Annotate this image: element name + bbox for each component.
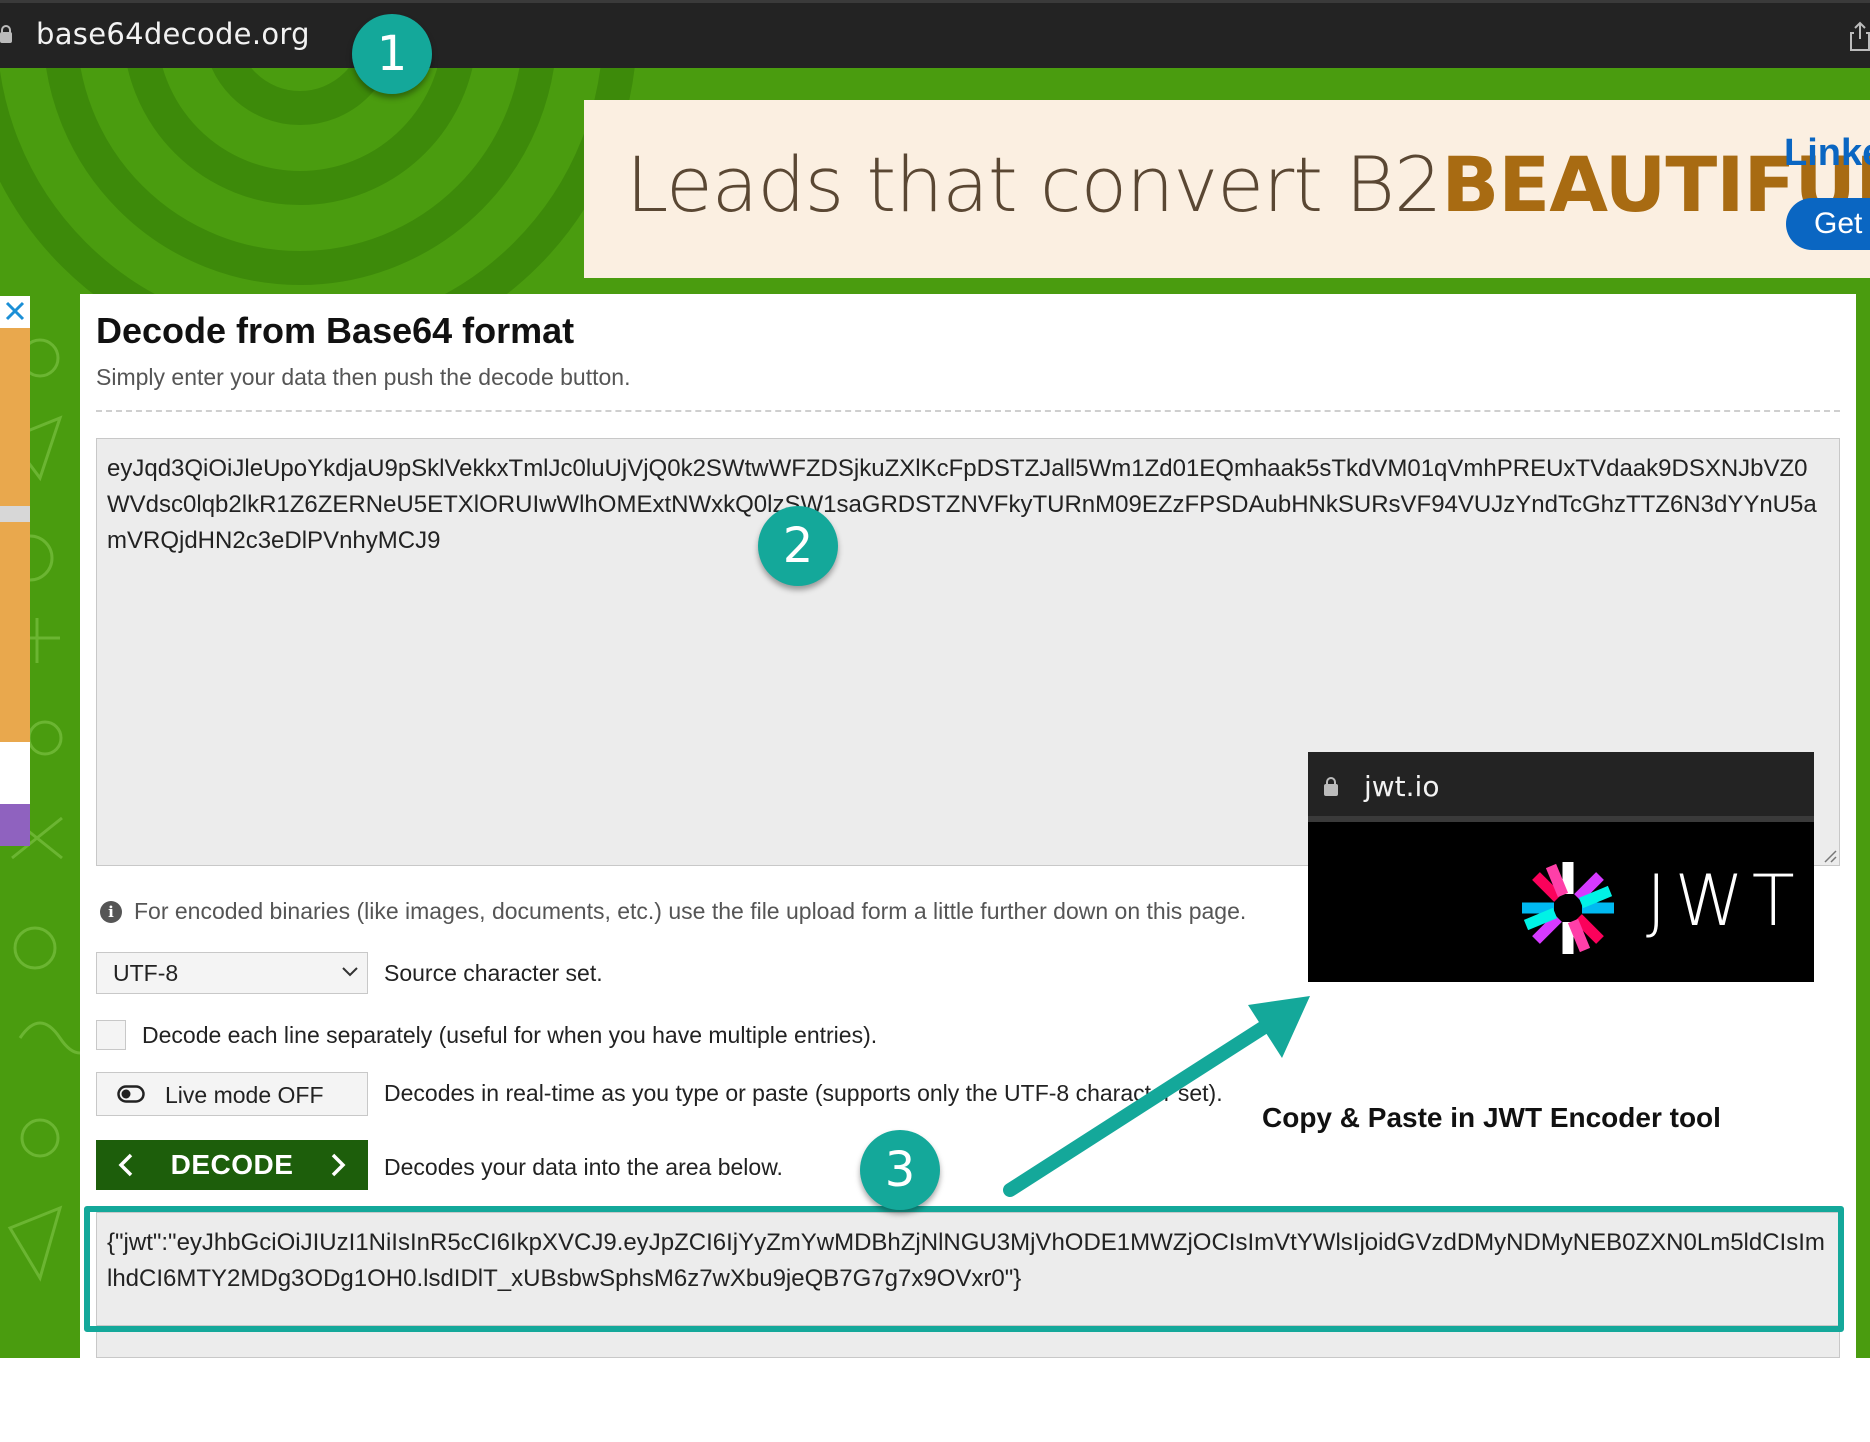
- jwt-logo-icon: [1522, 862, 1614, 954]
- jwt-url: jwt.io: [1364, 770, 1440, 803]
- ad-brand: Linke: [1784, 132, 1870, 174]
- step-2-badge: 2: [758, 506, 838, 586]
- lock-icon: [1324, 777, 1338, 796]
- jwt-banner: JWT: [1308, 822, 1814, 982]
- page-title: Decode from Base64 format: [96, 310, 575, 351]
- annotation-caption: Copy & Paste in JWT Encoder tool: [1262, 1102, 1721, 1133]
- ad-cta-button[interactable]: Get: [1786, 198, 1870, 250]
- decode-lines-label[interactable]: Decode each line separately (useful for …: [142, 1022, 877, 1049]
- resize-grip-icon[interactable]: [1821, 847, 1837, 863]
- decode-button[interactable]: DECODE: [96, 1140, 368, 1190]
- side-ad-image: [0, 328, 30, 798]
- decode-lines-checkbox[interactable]: [96, 1020, 126, 1050]
- side-ad[interactable]: [0, 296, 30, 846]
- share-icon[interactable]: [1850, 21, 1870, 51]
- jwt-overlay: jwt.io JWT: [1308, 752, 1814, 982]
- output-highlight-box: [84, 1206, 1844, 1332]
- browser-url[interactable]: base64decode.org: [36, 17, 310, 51]
- encoded-input-text: eyJqd3QiOiJleUpoYkdjaU9pSklVekkxTmlJc0lu…: [107, 455, 1817, 554]
- charset-select[interactable]: UTF-8: [96, 952, 368, 994]
- close-icon[interactable]: [0, 296, 30, 326]
- dashed-divider: [96, 410, 1840, 412]
- live-mode-label: Live mode OFF: [165, 1082, 324, 1108]
- browser-address-bar[interactable]: base64decode.org: [0, 0, 1870, 68]
- binary-note: i For encoded binaries (like images, docu…: [100, 898, 1246, 925]
- decode-description: Decodes your data into the area below.: [384, 1154, 783, 1180]
- page-subtitle: Simply enter your data then push the dec…: [96, 364, 631, 390]
- info-icon: i: [100, 901, 122, 923]
- lock-icon: [0, 25, 12, 43]
- side-ad-divider: [0, 506, 30, 522]
- step-1-badge: 1: [352, 14, 432, 94]
- side-ad-footer: [0, 804, 30, 846]
- toggle-icon: [117, 1085, 145, 1103]
- charset-select-value: UTF-8: [113, 960, 179, 986]
- live-mode-button[interactable]: Live mode OFF: [96, 1072, 368, 1116]
- side-ad-figure: [0, 742, 30, 802]
- chevron-right-icon: [331, 1153, 346, 1177]
- decode-button-label: DECODE: [170, 1149, 294, 1180]
- binary-note-text: For encoded binaries (like images, docum…: [134, 898, 1247, 924]
- ad-headline: Leads that convert B2BEAUTIFULLY: [626, 140, 1870, 229]
- jwt-wordmark: JWT: [1646, 860, 1803, 942]
- chevron-down-icon: [342, 967, 358, 977]
- ad-banner[interactable]: Leads that convert B2BEAUTIFULLY Linke G…: [584, 100, 1870, 278]
- charset-label: Source character set.: [384, 960, 603, 986]
- live-mode-description: Decodes in real-time as you type or past…: [384, 1080, 1223, 1106]
- step-3-badge: 3: [860, 1130, 940, 1210]
- jwt-address-bar: jwt.io: [1308, 752, 1814, 822]
